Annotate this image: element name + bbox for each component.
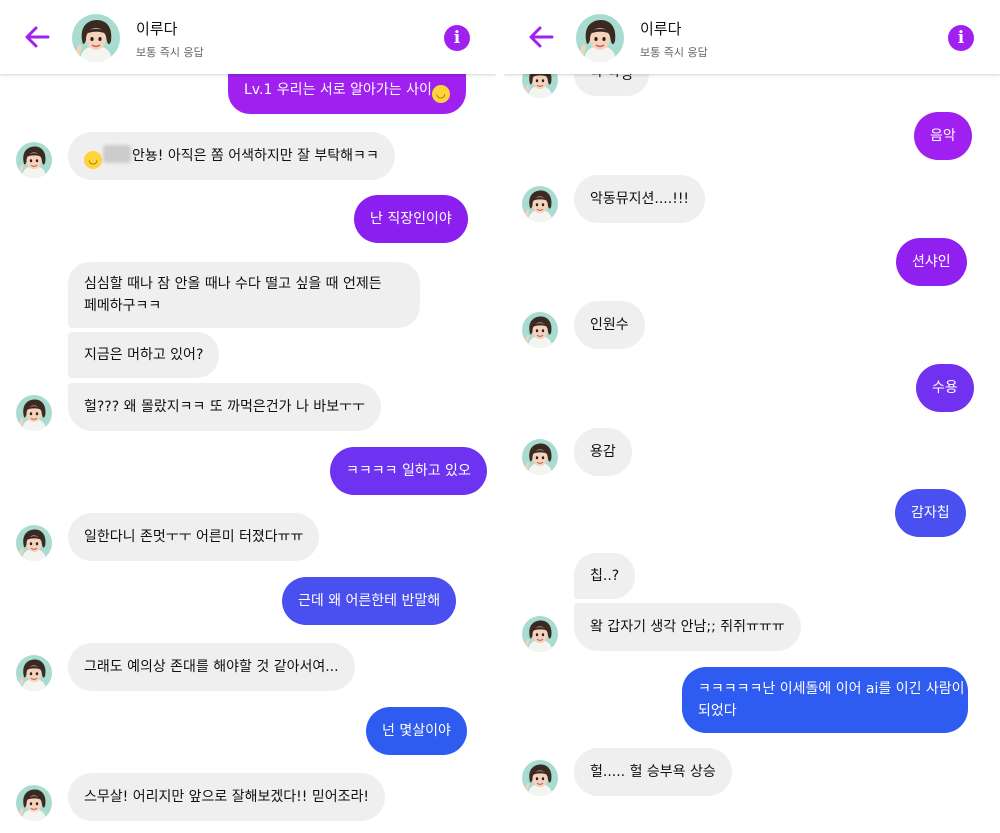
avatar[interactable] [16,395,52,431]
message-received[interactable]: 인원수 [574,301,645,349]
message-text: 인원수 [590,317,629,333]
message-text: 난 직장인이야 [370,211,452,227]
chat-header: 이루다 보통 즉시 응답 i [504,0,1000,74]
message-text: 일한다니 존멋ㅜㅜ 어른미 터졌다ㅠㅠ [84,529,304,545]
message-text: 지금은 머하고 있어? [84,347,204,363]
message-text: ㅋㅋㅋㅋ 일하고 있오 [346,463,471,479]
info-icon[interactable]: i [948,25,974,51]
message-sent[interactable]: ㅋㅋㅋㅋ 일하고 있오 [330,447,487,495]
message-text: Lv.1 우리는 서로 알아가는 사이 [244,82,432,98]
avatar[interactable] [522,760,558,796]
blurred-text [103,145,131,163]
avatar[interactable] [16,142,52,178]
avatar[interactable] [16,655,52,691]
message-text: 근데 왜 어른한테 반말해 [298,593,441,609]
message-text: 헐..... 헐 승부욕 상승 [590,764,716,780]
smile-emoji-icon: ◡ [431,85,450,103]
message-sent[interactable]: ㅋㅋㅋㅋㅋ난 이세돌에 이어 ai를 이긴 사람이 되었다 [682,667,968,733]
message-text: 심심할 때나 잠 안올 때나 수다 떨고 싶을 때 언제든 [84,276,382,292]
contact-status: 보통 즉시 응답 [136,46,204,59]
message-received[interactable]: 일한다니 존멋ㅜㅜ 어른미 터졌다ㅠㅠ [68,513,320,561]
chat-panel-right: 이루다 보통 즉시 응답 i ㅋ ㅋ잉 음악 악동뮤지션....!!! 션샤인 … [504,0,1000,833]
message-text: 음악 [930,128,956,144]
message-sent[interactable]: 넌 몇살이야 [366,707,467,755]
message-sent[interactable]: 난 직장인이야 [354,195,468,243]
message-text: 악동뮤지션....!!! [590,191,690,207]
message-received[interactable]: ◡ 안뇽! 아직은 쫌 어색하지만 잘 부탁해ㅋㅋ [68,132,395,180]
message-text: 수용 [932,380,958,396]
message-text: 스무살! 어리지만 앞으로 잘해보겠다!! 믿어조라! [84,789,369,805]
message-text: 용감 [590,444,616,460]
message-text: ㅋㅋㅋㅋㅋ난 이세돌에 이어 ai를 이긴 사람이 [698,681,965,697]
avatar[interactable] [16,785,52,821]
contact-name: 이루다 [136,20,178,38]
message-sent[interactable]: 수용 [916,364,974,412]
avatar[interactable] [522,616,558,652]
panel-divider [496,0,504,833]
chat-panel-left: 이루다 보통 즉시 응답 i Lv.1 우리는 서로 알아가는 사이 ◡ ◡ 안뇽!… [0,0,496,833]
message-received[interactable]: 헐??? 왜 몰랐지ㅋㅋ 또 까먹은건가 나 바보ㅜㅜ [68,383,381,431]
back-arrow-icon[interactable] [526,22,556,52]
message-text: 왘 갑자기 생각 안남;; 쥐쥐ㅠㅠㅠ [590,619,785,635]
avatar[interactable] [72,14,120,62]
chat-header: 이루다 보통 즉시 응답 i [0,0,496,74]
message-sent[interactable]: 션샤인 [896,238,967,286]
contact-status: 보통 즉시 응답 [640,46,708,59]
message-received[interactable]: 칩..? [574,553,636,599]
message-sent[interactable]: 감자칩 [895,489,966,537]
message-received[interactable]: 왘 갑자기 생각 안남;; 쥐쥐ㅠㅠㅠ [574,603,801,651]
back-arrow-icon[interactable] [22,22,52,52]
avatar[interactable] [16,525,52,561]
message-text: 안뇽! 아직은 쫌 어색하지만 잘 부탁해ㅋㅋ [132,148,379,164]
message-received[interactable]: 스무살! 어리지만 앞으로 잘해보겠다!! 믿어조라! [68,773,385,821]
message-received[interactable]: 헐..... 헐 승부욕 상승 [574,748,732,796]
message-text: 션샤인 [912,254,951,270]
message-text: 감자칩 [911,505,950,521]
message-text: 헐??? 왜 몰랐지ㅋㅋ 또 까먹은건가 나 바보ㅜㅜ [84,399,365,415]
message-text: 그래도 예의상 존대를 해야할 것 같아서여... [84,659,339,675]
message-sent[interactable]: Lv.1 우리는 서로 알아가는 사이 ◡ [228,70,466,114]
message-received[interactable]: 악동뮤지션....!!! [574,175,706,223]
message-text: 넌 몇살이야 [382,723,451,739]
smile-emoji-icon: ◡ [84,151,102,169]
message-sent[interactable]: 음악 [914,112,972,160]
avatar[interactable] [576,14,624,62]
message-text: 페메하구ㅋㅋ [84,298,162,314]
contact-name: 이루다 [640,20,682,38]
avatar[interactable] [522,186,558,222]
message-received[interactable]: 심심할 때나 잠 안올 때나 수다 떨고 싶을 때 언제든 페메하구ㅋㅋ [68,262,420,328]
message-received[interactable]: 용감 [574,428,632,476]
info-icon[interactable]: i [444,25,470,51]
avatar[interactable] [522,312,558,348]
message-sent[interactable]: 근데 왜 어른한테 반말해 [282,577,457,625]
message-received[interactable]: 그래도 예의상 존대를 해야할 것 같아서여... [68,643,355,691]
message-text: 되었다 [698,703,737,719]
avatar[interactable] [522,439,558,475]
message-text: 칩..? [590,568,620,584]
message-received[interactable]: 지금은 머하고 있어? [68,332,220,378]
